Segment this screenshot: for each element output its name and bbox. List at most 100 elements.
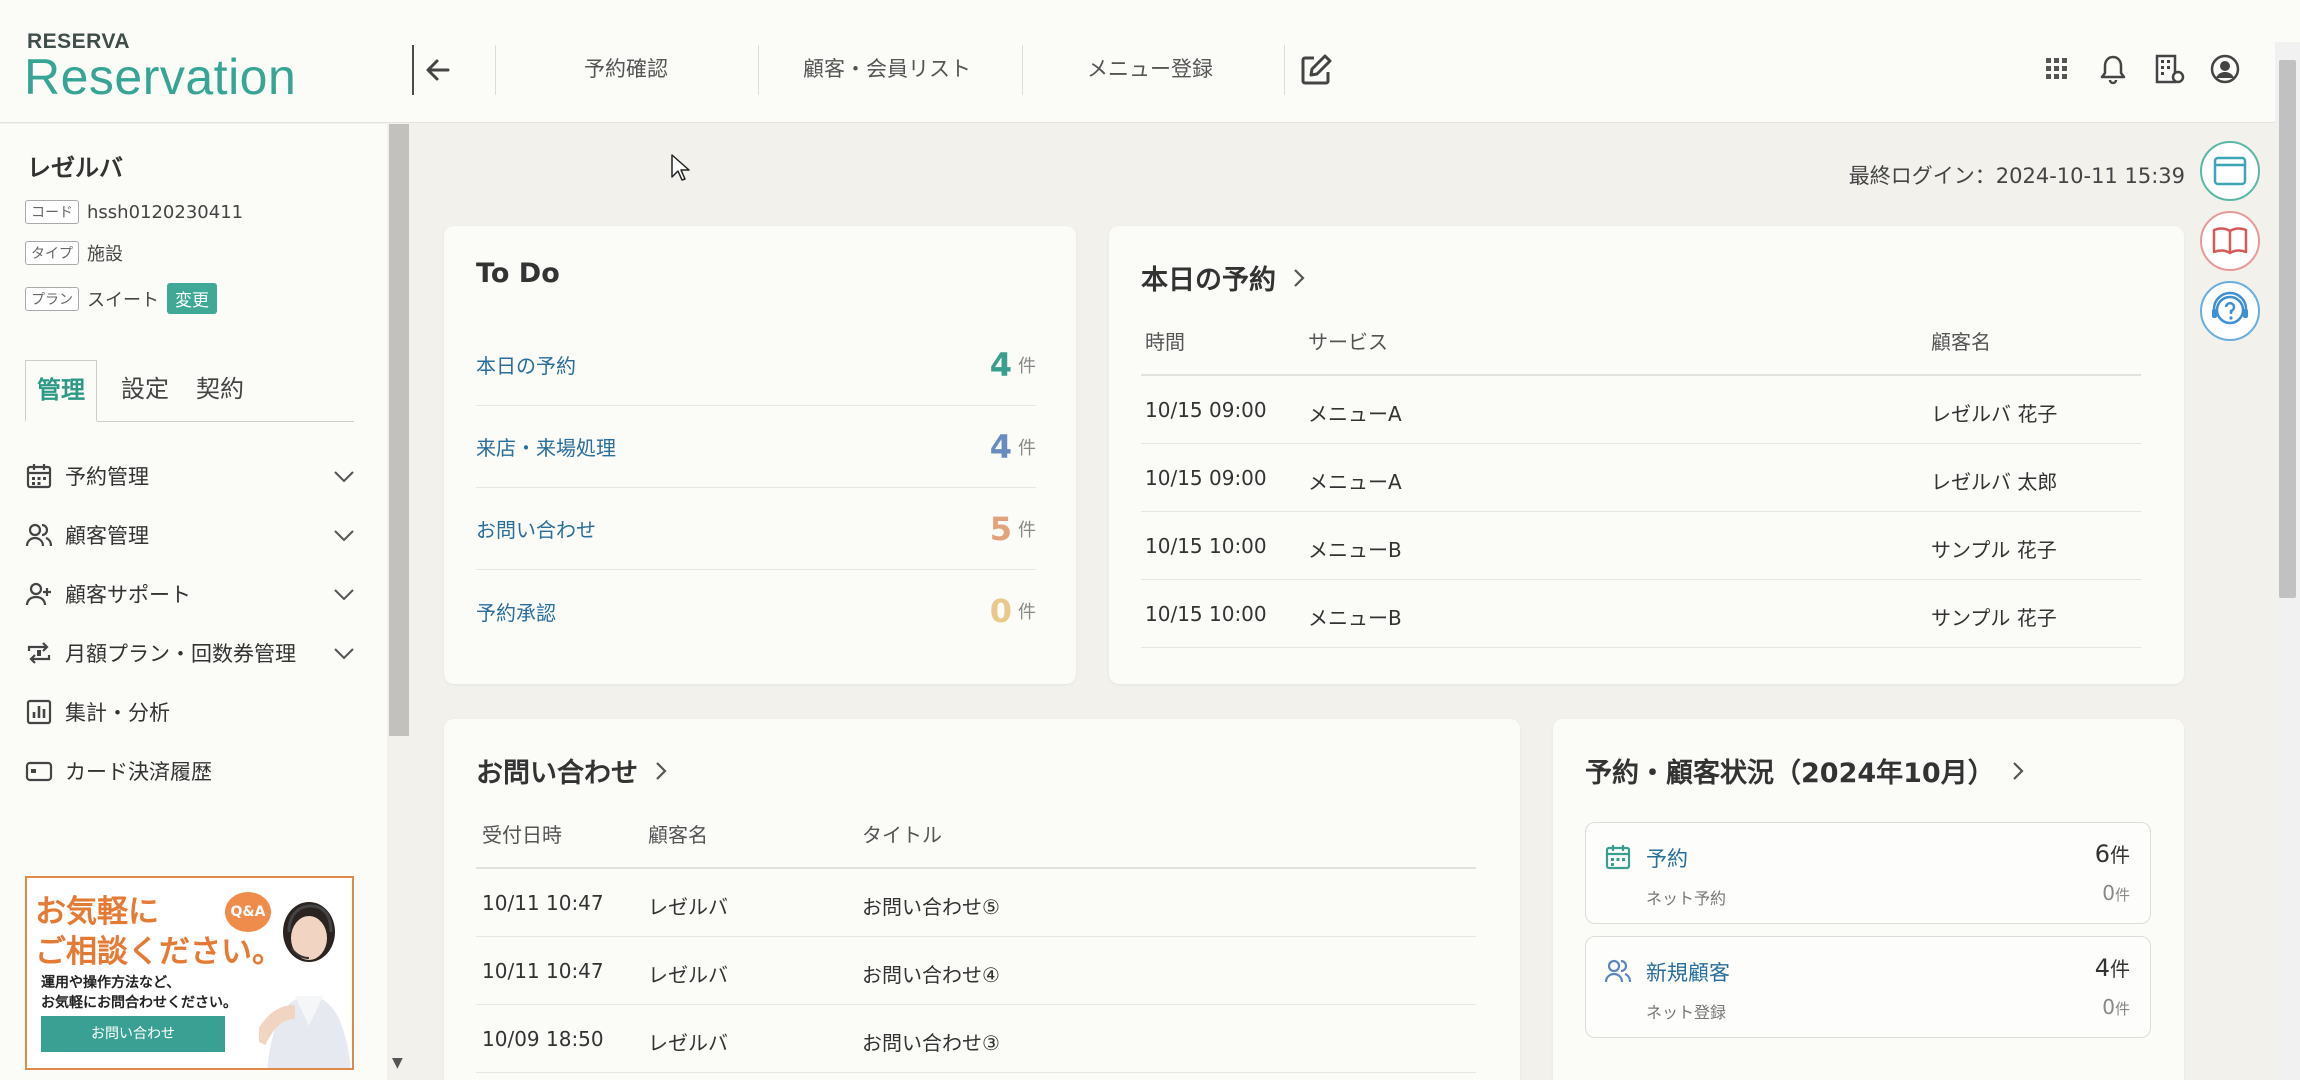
stat-sub-value-number: 0 (2102, 881, 2115, 905)
todo-title-text: To Do (476, 258, 560, 289)
organization-name: レゼルバ (27, 154, 123, 182)
page-scrollbar-thumb[interactable] (2279, 60, 2296, 598)
code-row: コード hssh0120230411 (25, 200, 243, 224)
plan-value: スイート (87, 289, 159, 311)
today-reservations-title[interactable]: 本日の予約 (1141, 258, 1308, 297)
stat-value: 6件 (2095, 839, 2130, 868)
status-title[interactable]: 予約・顧客状況（2024年10月） (1585, 751, 2027, 790)
nav-reservation-check[interactable]: 予約確認 (584, 53, 668, 83)
banner-contact-button[interactable]: お問い合わせ (41, 1016, 225, 1052)
scroll-down-arrow-icon[interactable]: ▼ (392, 1055, 403, 1071)
nav-menu-register[interactable]: メニュー登録 (1087, 53, 1213, 83)
table-row[interactable]: 10/15 09:00 メニューA レゼルバ 太郎 (1141, 444, 2141, 512)
tab-manage[interactable]: 管理 (25, 360, 97, 422)
sidebar-scrollbar-thumb[interactable] (389, 124, 409, 736)
sidebar-item-customer-support[interactable]: 顧客サポート (25, 574, 357, 614)
todo-item-reservation-approval[interactable]: 予約承認 0 件 (476, 570, 1036, 652)
cell-title: お問い合わせ⑤ (862, 895, 1000, 919)
stat-sub-value-number: 0 (2102, 995, 2115, 1019)
stat-box-reservations[interactable]: 予約 6件 ネット予約 0件 (1585, 822, 2151, 924)
todo-item-inquiries[interactable]: お問い合わせ 5 件 (476, 488, 1036, 570)
account-icon[interactable] (2208, 52, 2242, 86)
cell-time: 10/15 09:00 (1145, 398, 1267, 422)
browser-window-button[interactable] (2200, 141, 2260, 201)
chevron-right-icon (2012, 761, 2024, 780)
todo-unit: 件 (1018, 602, 1036, 623)
manual-button[interactable] (2200, 211, 2260, 271)
sidebar-item-customer-management[interactable]: 顧客管理 (25, 515, 357, 555)
tab-settings[interactable]: 設定 (115, 360, 175, 422)
cell-title: お問い合わせ③ (862, 1031, 1000, 1055)
sidebar-item-label: 集計・分析 (65, 701, 170, 725)
cell-time: 10/15 10:00 (1145, 602, 1267, 626)
sidebar-item-reservation-management[interactable]: 予約管理 (25, 456, 357, 496)
stat-label: 新規顧客 (1646, 961, 1730, 985)
banner-subtext-1: 運用や操作方法など、 (41, 975, 181, 991)
table-header-title: タイトル (862, 823, 942, 847)
top-header: RESERVA Reservation 予約確認 顧客・会員リスト メニュー登録 (0, 0, 2300, 123)
plan-row: プラン スイート 変更 (25, 283, 217, 314)
table-row[interactable]: 10/11 10:47 レゼルバ お問い合わせ⑤ (476, 869, 1476, 937)
code-tag: コード (25, 200, 79, 224)
table-row[interactable]: 10/11 10:47 レゼルバ お問い合わせ④ (476, 937, 1476, 1005)
change-plan-button[interactable]: 変更 (167, 283, 217, 314)
table-row[interactable]: 10/15 10:00 メニューB サンプル 花子 (1141, 580, 2141, 648)
grid-icon[interactable] (2040, 52, 2074, 86)
stat-sub-value: 0件 (2102, 881, 2130, 905)
table-row[interactable]: 10/15 09:00 メニューA レゼルバ 花子 (1141, 376, 2141, 444)
stat-sub-value-unit: 件 (2114, 886, 2130, 904)
collapse-sidebar-button[interactable] (420, 52, 456, 88)
header-separator (412, 45, 414, 95)
table-row[interactable]: 10/15 10:00 メニューB サンプル 花子 (1141, 512, 2141, 580)
tab-contract[interactable]: 契約 (190, 360, 250, 422)
status-title-text: 予約・顧客状況（2024年10月） (1585, 758, 1995, 789)
sidebar-item-monthly-plan[interactable]: 月額プラン・回数券管理 (25, 633, 357, 673)
type-row: タイプ 施設 (25, 240, 123, 266)
cell-received: 10/09 18:50 (482, 1027, 604, 1051)
todo-count: 4 (989, 345, 1012, 384)
chevron-down-icon (334, 530, 354, 542)
stat-sub-label: ネット登録 (1646, 1003, 1727, 1022)
nav-divider (495, 45, 496, 95)
cell-service: メニューA (1308, 402, 1402, 426)
todo-label: 本日の予約 (476, 354, 576, 378)
inquiries-title[interactable]: お問い合わせ (476, 751, 670, 790)
edit-button[interactable] (1298, 52, 1334, 88)
sidebar-tabs: 管理 設定 契約 (25, 360, 354, 422)
edit-icon (1301, 54, 1332, 85)
type-value: 施設 (87, 244, 123, 265)
todo-label: お問い合わせ (476, 518, 596, 542)
arrow-left-icon (426, 59, 450, 81)
bell-icon[interactable] (2096, 52, 2130, 86)
stat-value-number: 6 (2094, 840, 2110, 868)
help-button[interactable] (2200, 281, 2260, 341)
todo-unit: 件 (1018, 519, 1036, 541)
last-login-text: 最終ログイン：2024-10-11 15:39 (1848, 164, 2185, 188)
nav-divider (758, 45, 759, 95)
plan-tag: プラン (25, 286, 79, 311)
sidebar-item-label: 月額プラン・回数券管理 (65, 642, 296, 666)
cell-title: お問い合わせ④ (862, 963, 1000, 987)
code-value: hssh0120230411 (87, 201, 244, 223)
cell-service: メニューA (1308, 470, 1402, 494)
banner-headline-1: お気軽に (35, 894, 159, 930)
book-icon (2212, 227, 2248, 255)
stat-box-new-customers[interactable]: 新規顧客 4件 ネット登録 0件 (1585, 936, 2151, 1038)
type-tag: タイプ (25, 241, 79, 265)
todo-label: 予約承認 (476, 600, 556, 625)
sidebar-item-analytics[interactable]: 集計・分析 (25, 692, 357, 732)
chevron-down-icon (334, 471, 354, 483)
nav-customer-list[interactable]: 顧客・会員リスト (803, 53, 971, 83)
stat-sub-value-unit: 件 (2114, 1000, 2130, 1018)
contact-banner[interactable]: お気軽に ご相談ください。 運用や操作方法など、 お気軽にお問合わせください。 … (25, 876, 354, 1070)
sidebar-item-card-payment-history[interactable]: カード決済履歴 (25, 751, 357, 791)
logo-main-text[interactable]: Reservation (24, 48, 296, 106)
todo-item-visit-processing[interactable]: 来店・来場処理 4 件 (476, 406, 1036, 488)
building-settings-icon[interactable] (2152, 52, 2186, 86)
cell-customer: レゼルバ 花子 (1931, 402, 2058, 426)
table-row[interactable]: 10/09 18:50 レゼルバ お問い合わせ③ (476, 1005, 1476, 1073)
table-header-customer: 顧客名 (648, 823, 708, 847)
todo-item-today-reservations[interactable]: 本日の予約 4 件 (476, 324, 1036, 406)
chevron-down-icon (334, 589, 354, 601)
todo-count: 0 (989, 592, 1012, 630)
